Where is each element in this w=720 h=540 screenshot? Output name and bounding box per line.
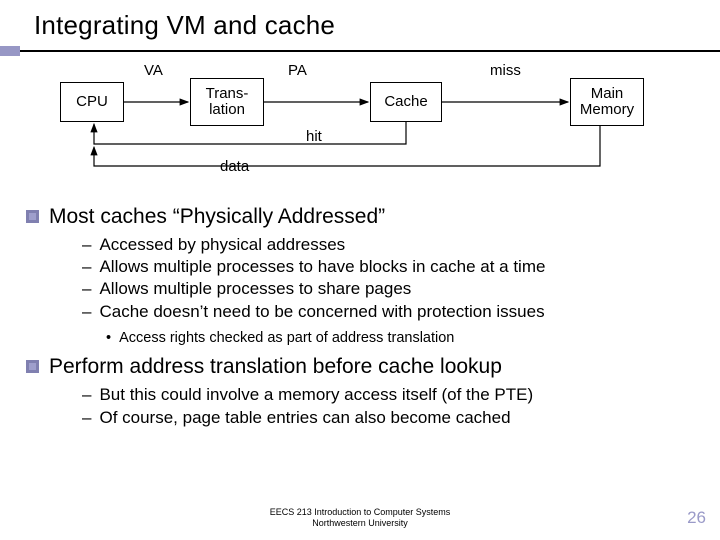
label-miss: miss — [490, 62, 521, 79]
label-va: VA — [144, 62, 163, 79]
decor-stub — [0, 46, 20, 56]
footer-line-2: Northwestern University — [0, 518, 720, 528]
label-hit: hit — [306, 128, 322, 145]
page-number: 26 — [687, 508, 706, 528]
subsub-bullet: •Access rights checked as part of addres… — [106, 329, 700, 349]
cache-box: Cache — [370, 82, 442, 122]
bullet-2: Perform address translation before cache… — [49, 354, 502, 380]
sub-bullet: –Accessed by physical addresses — [82, 234, 700, 256]
main-memory-box: MainMemory — [570, 78, 644, 126]
sub-bullet: –Cache doesn’t need to be concerned with… — [82, 301, 700, 323]
bullet-icon — [26, 210, 39, 223]
label-data: data — [220, 158, 249, 175]
bullet-icon — [26, 360, 39, 373]
footer-line-1: EECS 213 Introduction to Computer System… — [0, 507, 720, 517]
translation-box: Trans-lation — [190, 78, 264, 126]
sub-bullet: –Allows multiple processes to share page… — [82, 278, 700, 300]
label-pa: PA — [288, 62, 307, 79]
footer: EECS 213 Introduction to Computer System… — [0, 507, 720, 528]
title-underline — [20, 50, 720, 52]
cpu-box: CPU — [60, 82, 124, 122]
content-area: Most caches “Physically Addressed” –Acce… — [26, 202, 700, 435]
bullet-1: Most caches “Physically Addressed” — [49, 204, 385, 230]
sub-bullet: –But this could involve a memory access … — [82, 384, 700, 406]
page-title: Integrating VM and cache — [34, 10, 720, 41]
diagram: CPU Trans-lation Cache MainMemory VA PA … — [60, 64, 660, 184]
sub-bullet: –Allows multiple processes to have block… — [82, 256, 700, 278]
sub-bullet: –Of course, page table entries can also … — [82, 407, 700, 429]
